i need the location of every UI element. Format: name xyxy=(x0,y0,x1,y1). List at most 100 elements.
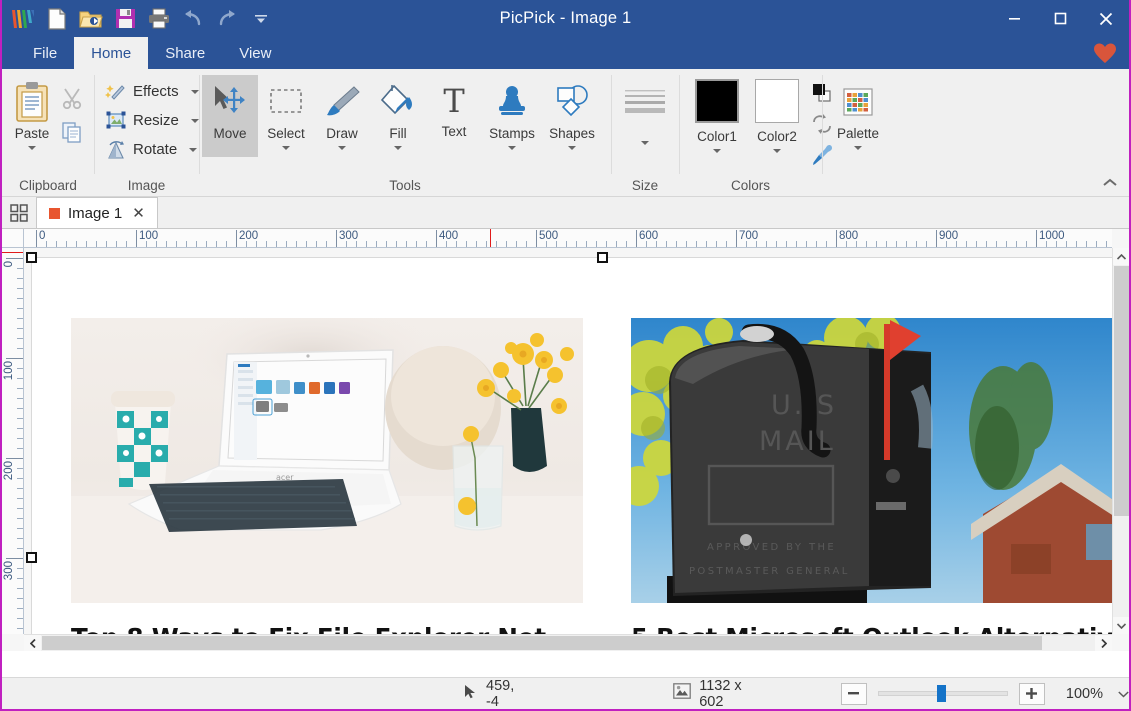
resize-dropdown-caret-icon[interactable] xyxy=(190,118,199,123)
ruler-tick xyxy=(17,278,23,279)
horizontal-scrollbar[interactable] xyxy=(24,634,1112,651)
ruler-tick xyxy=(456,241,457,247)
open-icon[interactable] xyxy=(74,2,108,36)
ruler-tick xyxy=(136,230,137,247)
zoom-dropdown-chevron-down-icon[interactable] xyxy=(1118,685,1129,703)
tab-file[interactable]: File xyxy=(16,37,74,69)
tool-stamps-button[interactable]: Stamps xyxy=(482,75,542,150)
paste-dropdown-caret-icon[interactable] xyxy=(28,146,36,150)
effects-dropdown-caret-icon[interactable] xyxy=(190,89,199,94)
ruler-tick xyxy=(76,241,77,247)
paste-button[interactable]: Paste xyxy=(8,75,56,150)
ruler-tick xyxy=(586,241,587,247)
card-title-left: Top 8 Ways to Fix File Explorer Not xyxy=(71,623,583,634)
tool-fill-button[interactable]: Fill xyxy=(370,75,426,150)
quick-access-toolbar xyxy=(2,0,278,37)
size-dropdown-caret-icon[interactable] xyxy=(641,141,649,145)
save-icon[interactable] xyxy=(108,2,142,36)
ruler-tick xyxy=(17,548,23,549)
color2-button[interactable]: Color2 xyxy=(747,75,807,153)
tool-draw-button[interactable]: Draw xyxy=(314,75,370,150)
ruler-tick xyxy=(956,241,957,247)
vertical-ruler: 0100200300400 xyxy=(2,248,24,634)
zoom-slider-thumb[interactable] xyxy=(936,685,946,702)
color1-dropdown-caret-icon[interactable] xyxy=(713,149,721,153)
close-button[interactable] xyxy=(1083,0,1129,37)
minimize-button[interactable] xyxy=(991,0,1037,37)
draw-dropdown-caret-icon[interactable] xyxy=(338,146,346,150)
select-icon xyxy=(266,79,306,125)
grid-view-icon[interactable] xyxy=(2,197,36,228)
resize-label: Resize xyxy=(133,112,179,129)
color2-dropdown-caret-icon[interactable] xyxy=(773,149,781,153)
vertical-scroll-thumb[interactable] xyxy=(1114,266,1129,516)
zoom-in-button[interactable] xyxy=(1018,682,1045,705)
document-tab-close-icon[interactable]: ✕ xyxy=(130,204,147,222)
undo-icon[interactable] xyxy=(176,2,210,36)
scroll-right-button[interactable] xyxy=(1095,635,1112,651)
selection-handle-top-left[interactable] xyxy=(26,252,37,263)
ribbon-group-clipboard: Paste Clipboard xyxy=(2,69,94,196)
ruler-tick xyxy=(186,241,187,247)
ruler-tick xyxy=(996,241,997,247)
redo-icon[interactable] xyxy=(210,2,244,36)
canvas-viewport[interactable]: acer U. S MAIL APPROVED BY THE POSTMASTE… xyxy=(24,248,1112,634)
palette-dropdown-caret-icon[interactable] xyxy=(854,146,862,150)
shapes-dropdown-caret-icon[interactable] xyxy=(568,146,576,150)
tool-shapes-button[interactable]: Shapes xyxy=(542,75,602,150)
effects-button[interactable]: Effects xyxy=(100,77,203,106)
zoom-out-button[interactable] xyxy=(840,682,867,705)
resize-button[interactable]: Resize xyxy=(100,106,203,135)
ruler-tick xyxy=(406,241,407,247)
tab-share[interactable]: Share xyxy=(148,37,222,69)
new-icon[interactable] xyxy=(40,2,74,36)
stamps-dropdown-caret-icon[interactable] xyxy=(508,146,516,150)
vertical-scrollbar[interactable] xyxy=(1112,248,1129,634)
image-canvas[interactable]: acer U. S MAIL APPROVED BY THE POSTMASTE… xyxy=(26,252,1112,634)
selection-handle-middle-left[interactable] xyxy=(26,552,37,563)
ruler-tick xyxy=(346,241,347,247)
color1-button[interactable]: Color1 xyxy=(687,75,747,153)
print-icon[interactable] xyxy=(142,2,176,36)
scroll-left-button[interactable] xyxy=(24,635,41,651)
scroll-up-button[interactable] xyxy=(1113,248,1129,265)
tool-move-button[interactable]: Move xyxy=(202,75,258,157)
ruler-tick xyxy=(896,241,897,247)
tool-select-button[interactable]: Select xyxy=(258,75,314,150)
rotate-button[interactable]: Rotate xyxy=(100,135,203,164)
ruler-tick xyxy=(776,241,777,247)
line-thickness-icon xyxy=(623,79,667,125)
ruler-tick xyxy=(17,348,23,349)
ruler-tick xyxy=(536,230,537,247)
favorite-heart-icon[interactable] xyxy=(1093,43,1117,70)
size-button[interactable] xyxy=(617,75,673,145)
ruler-tick xyxy=(1006,241,1007,247)
ruler-tick xyxy=(316,241,317,247)
rotate-dropdown-caret-icon[interactable] xyxy=(189,147,198,152)
color2-swatch xyxy=(755,79,799,123)
fill-dropdown-caret-icon[interactable] xyxy=(394,146,402,150)
collapse-ribbon-button[interactable] xyxy=(1099,172,1121,192)
tab-home[interactable]: Home xyxy=(74,37,149,69)
ruler-tick xyxy=(6,358,23,359)
ruler-tick xyxy=(206,241,207,247)
tab-view[interactable]: View xyxy=(222,37,288,69)
customize-icon[interactable] xyxy=(244,2,278,36)
ruler-tick xyxy=(506,241,507,247)
maximize-button[interactable] xyxy=(1037,0,1083,37)
cut-button[interactable] xyxy=(56,81,88,115)
scroll-down-button[interactable] xyxy=(1113,617,1129,634)
ruler-tick xyxy=(706,241,707,247)
zoom-slider[interactable] xyxy=(877,685,1008,702)
text-icon: T xyxy=(436,79,472,123)
work-area: 010020030040050060070080090010001100 010… xyxy=(2,229,1129,651)
ruler-tick xyxy=(866,241,867,247)
select-dropdown-caret-icon[interactable] xyxy=(282,146,290,150)
copy-button[interactable] xyxy=(56,115,88,149)
paste-label: Paste xyxy=(14,126,50,141)
palette-button[interactable]: Palette xyxy=(828,75,888,150)
tool-text-button[interactable]: T Text xyxy=(426,75,482,139)
horizontal-scroll-thumb[interactable] xyxy=(42,636,1042,650)
selection-handle-top-center[interactable] xyxy=(597,252,608,263)
document-tab-image-1[interactable]: Image 1 ✕ xyxy=(36,197,158,228)
